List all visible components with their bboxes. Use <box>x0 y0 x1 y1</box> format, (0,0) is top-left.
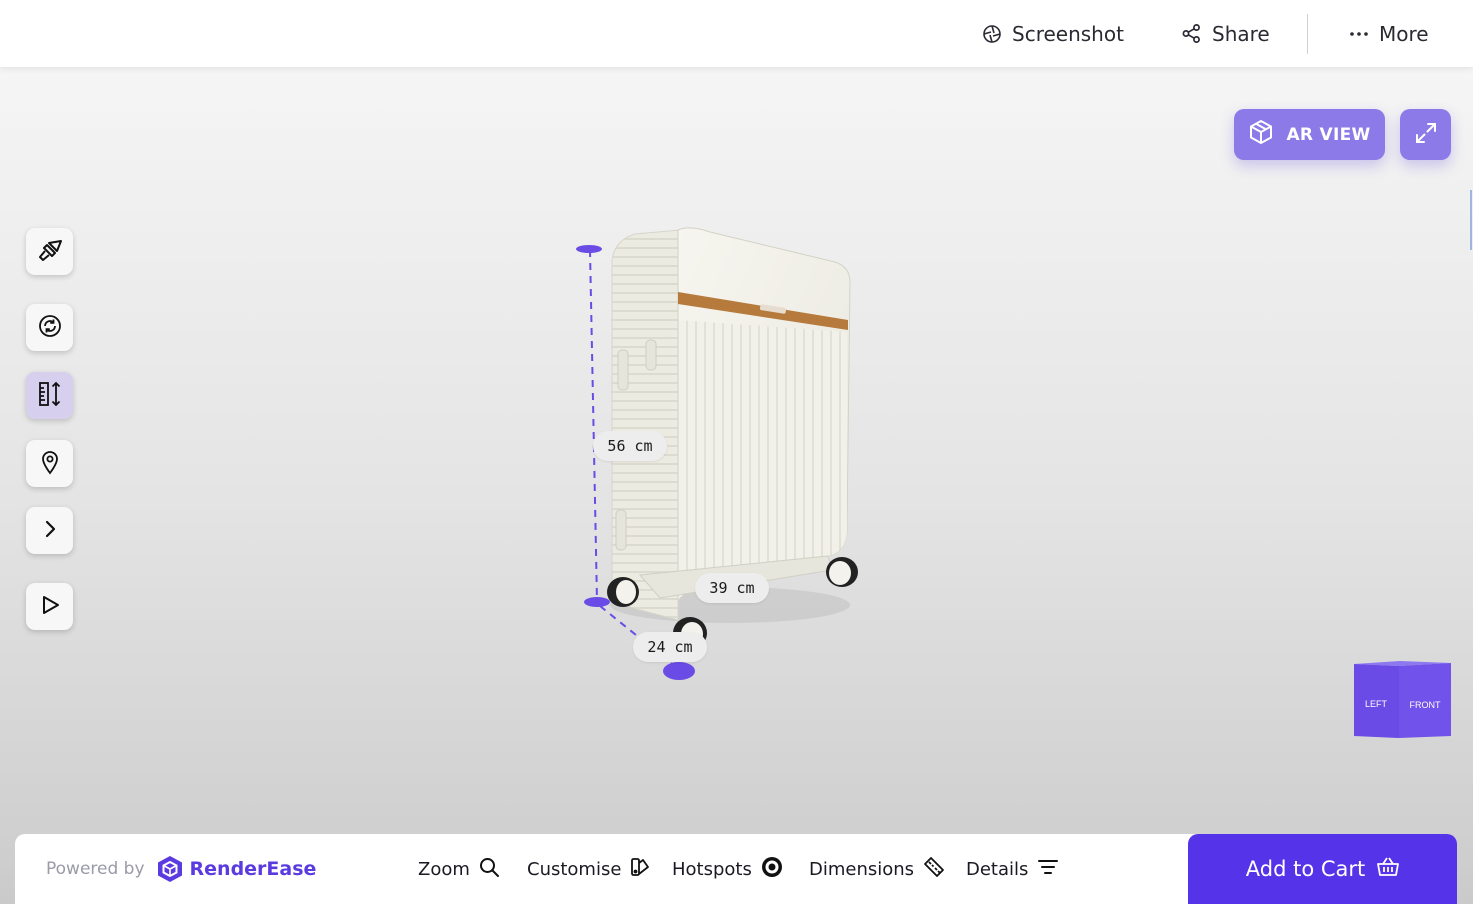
dimensions-tool-button[interactable] <box>26 372 73 419</box>
ar-view-button[interactable]: AR VIEW <box>1234 109 1385 160</box>
cube-icon <box>1248 119 1274 150</box>
brand-name: RenderEase <box>189 858 317 880</box>
expand-panel-button[interactable] <box>26 507 73 554</box>
dimensions-button[interactable]: Dimensions <box>809 834 945 904</box>
target-icon <box>761 856 783 883</box>
hotspots-button[interactable]: Hotspots <box>672 834 783 904</box>
zoom-button[interactable]: Zoom <box>418 834 499 904</box>
hotspots-tool-button[interactable] <box>26 440 73 487</box>
edge-highlight <box>1470 190 1472 250</box>
bottom-bar: Powered by RenderEase Zoom Customise Hot… <box>15 834 1457 904</box>
location-pin-icon <box>39 449 61 479</box>
measuring-ruler-icon <box>923 856 945 883</box>
dimensions-label: Dimensions <box>809 858 915 880</box>
top-bar: Screenshot Share More <box>0 0 1473 67</box>
depth-dimension-label: 24 cm <box>633 632 707 662</box>
swatch-icon <box>630 857 650 882</box>
more-button[interactable]: More <box>1349 0 1429 67</box>
customise-label: Customise <box>527 858 622 880</box>
powered-by-label: Powered by <box>46 859 145 879</box>
share-icon <box>1181 23 1202 44</box>
add-to-cart-label: Add to Cart <box>1245 857 1366 881</box>
ar-view-label: AR VIEW <box>1286 124 1371 145</box>
brand-logo[interactable]: RenderEase <box>157 855 317 883</box>
brush-icon <box>37 237 63 267</box>
share-button[interactable]: Share <box>1181 0 1270 67</box>
width-dimension-label: 39 cm <box>695 573 769 603</box>
topbar-divider <box>1307 14 1308 54</box>
chevron-right-icon <box>40 519 60 543</box>
paint-tool-button[interactable] <box>26 228 73 275</box>
play-animation-button[interactable] <box>26 583 73 630</box>
details-button[interactable]: Details <box>966 834 1059 904</box>
expand-icon <box>1414 121 1438 149</box>
product-viewer[interactable]: 56 cm 39 cm 24 cm <box>560 220 890 690</box>
camera-shutter-icon <box>982 24 1002 44</box>
rotate-icon <box>37 313 63 343</box>
ellipsis-icon <box>1349 24 1369 44</box>
screenshot-button[interactable]: Screenshot <box>982 0 1124 67</box>
fullscreen-button[interactable] <box>1400 109 1451 160</box>
filter-lines-icon <box>1037 858 1059 881</box>
add-to-cart-button[interactable]: Add to Cart <box>1188 834 1457 904</box>
cube-left-face: LEFT <box>1365 699 1388 709</box>
zoom-label: Zoom <box>418 858 470 880</box>
height-dimension-label: 56 cm <box>593 431 667 461</box>
view-orientation-cube[interactable]: LEFT FRONT <box>1352 661 1453 739</box>
screenshot-label: Screenshot <box>1012 21 1124 46</box>
basket-icon <box>1377 857 1400 882</box>
cube-front-face: FRONT <box>1410 700 1441 710</box>
share-label: Share <box>1212 21 1270 46</box>
hotspots-label: Hotspots <box>672 858 752 880</box>
renderease-logo-icon <box>157 856 182 882</box>
play-icon <box>39 594 61 620</box>
more-label: More <box>1379 21 1429 46</box>
rotate-tool-button[interactable] <box>26 304 73 351</box>
search-icon <box>479 857 499 882</box>
powered-by: Powered by RenderEase <box>46 834 316 904</box>
customise-button[interactable]: Customise <box>527 834 650 904</box>
ruler-icon <box>37 380 63 412</box>
details-label: Details <box>966 858 1029 880</box>
